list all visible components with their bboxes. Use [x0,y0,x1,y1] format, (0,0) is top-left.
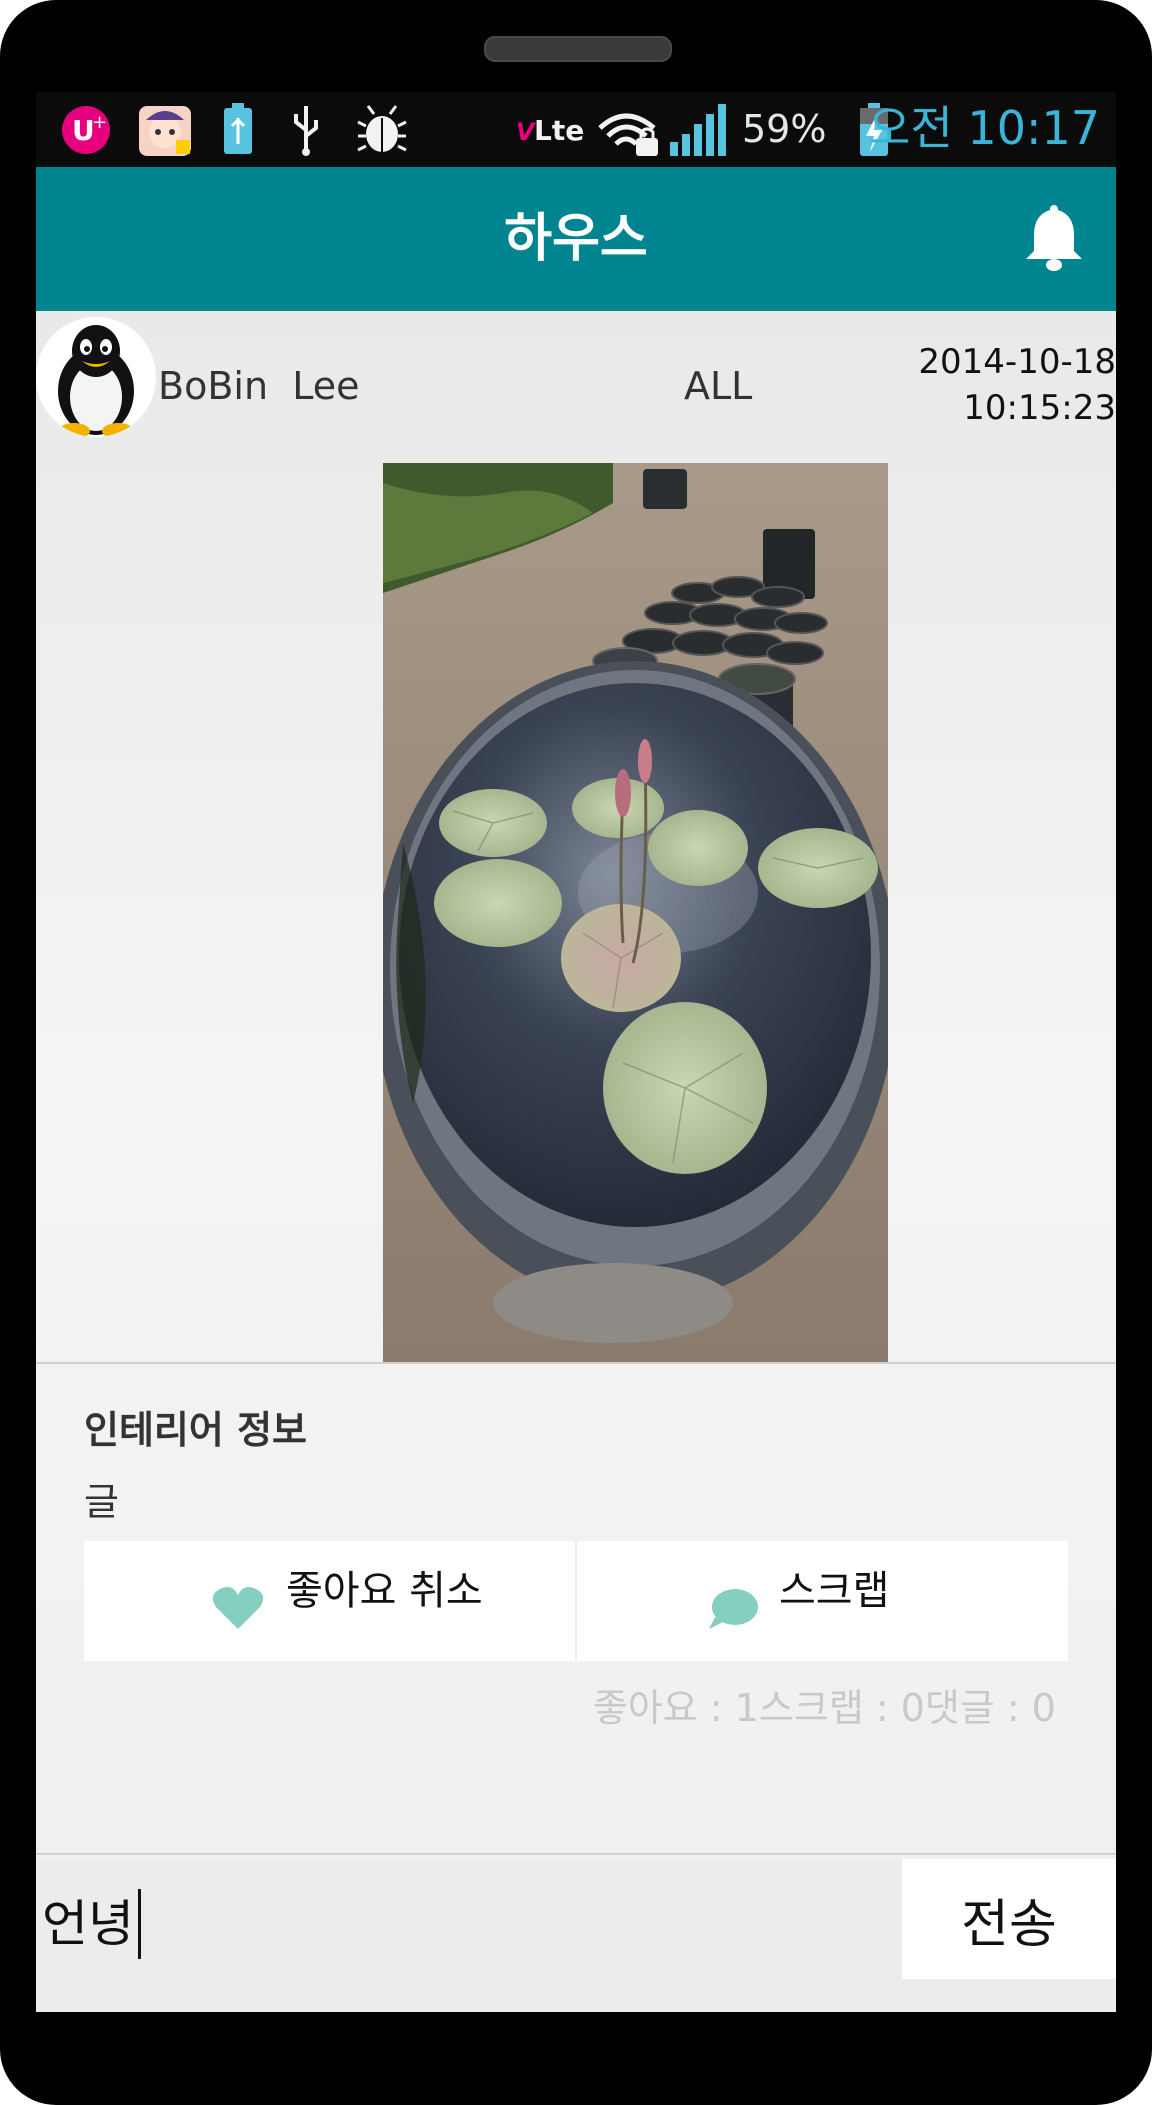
post-timestamp: 2014-10-18 10:15:23 [918,339,1116,431]
post-stats: 좋아요 : 1스크랩 : 0댓글 : 0 [592,1686,1056,1730]
signal-icon [670,104,726,156]
post-actions: 좋아요 취소 스크랩 [84,1541,1068,1661]
bell-icon[interactable] [1022,201,1086,273]
app-icon [139,106,191,156]
post-date: 2014-10-18 [918,342,1116,382]
status-bar: U + V Lte 59% 오전 10:17 [36,92,1116,167]
scrap-label: 스크랩 [779,1568,890,1614]
svg-text:+: + [92,112,107,133]
page-title: 하우스 [504,209,648,269]
post-category: 인테리어 정보 [84,1408,307,1452]
comment-input[interactable] [36,1859,904,1981]
speech-bubble-icon [709,1589,758,1629]
usb-icon [294,106,318,156]
bug-icon [357,105,407,152]
app-bar: 하우스 [36,167,1116,311]
water-lily-pond-image [383,463,888,1362]
post-body: 글 [84,1480,119,1524]
post-card: BoBin Lee ALL 2014-10-18 10:15:23 인테리어 정… [36,311,1116,1859]
divider [36,1362,1116,1364]
post-photo[interactable] [383,463,888,1362]
author-name[interactable]: BoBin Lee [158,363,359,409]
post-time: 10:15:23 [963,388,1116,428]
send-button[interactable]: 전송 [902,1859,1116,1979]
comment-bar: 전송 [36,1859,1116,1981]
avatar[interactable] [36,317,156,437]
divider [36,1853,1116,1855]
phone-speaker [484,36,672,62]
battery-percent: 59% [742,107,827,151]
screen: U + V Lte 59% 오전 10:17 하우스 BoBin Lee ALL… [36,92,1116,2012]
scrap-button[interactable]: 스크랩 [575,1541,1068,1661]
text-cursor [138,1889,141,1959]
network-label: Lte [534,114,584,147]
clock: 오전 10:17 [868,101,1100,155]
heart-icon [212,1587,264,1629]
battery-small-icon [224,103,252,154]
volte-icon: V Lte [516,114,584,147]
unlike-label: 좋아요 취소 [286,1568,483,1614]
penguin-avatar-icon [36,317,156,437]
unlike-button[interactable]: 좋아요 취소 [84,1541,575,1661]
wifi-lock-icon [598,113,658,156]
phone-frame: U + V Lte 59% 오전 10:17 하우스 BoBin Lee ALL… [0,0,1152,2105]
audience-label: ALL [684,364,753,408]
uplus-icon: U + [62,106,110,154]
